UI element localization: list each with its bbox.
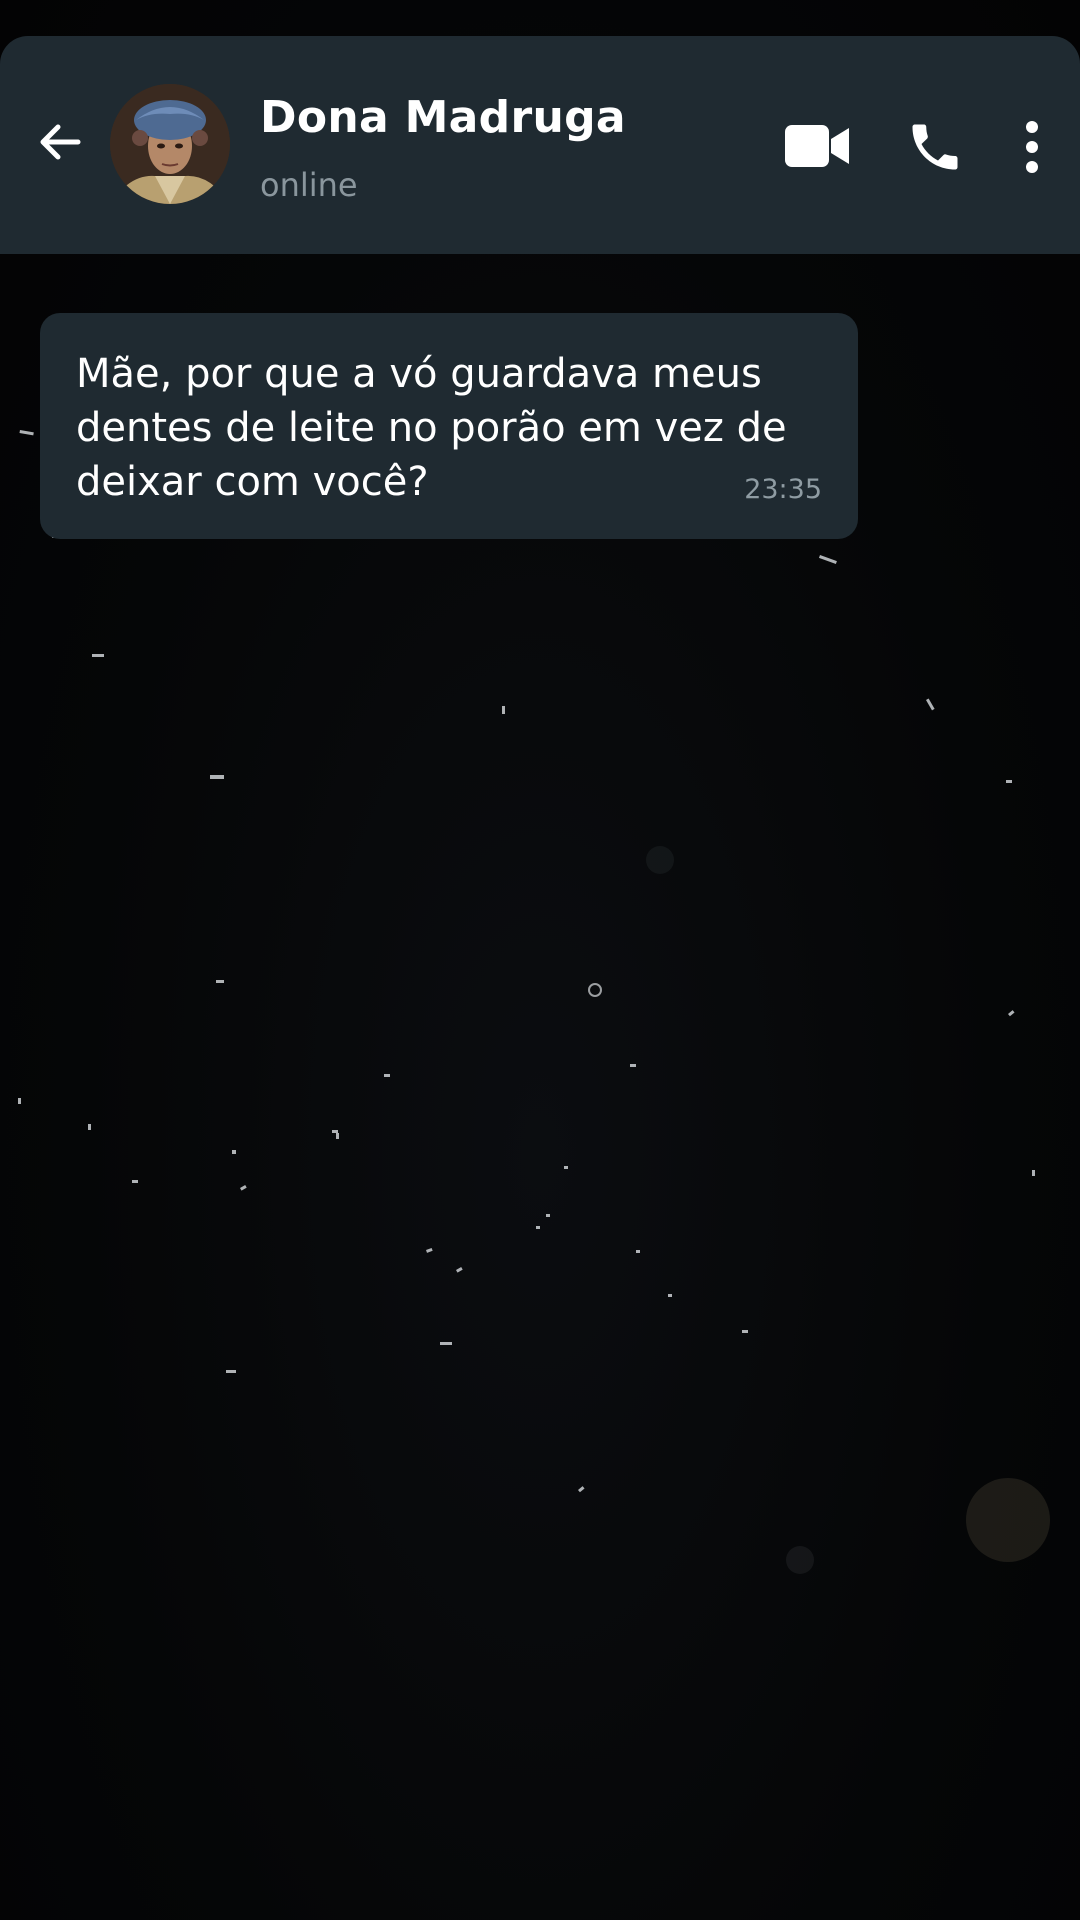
arrow-left-icon (40, 124, 81, 160)
incoming-message-bubble[interactable]: Mãe, por que a vó guardava meus dentes d… (40, 313, 858, 539)
message-text: Mãe, por que a vó guardava meus dentes d… (76, 351, 787, 505)
avatar[interactable] (110, 84, 230, 204)
back-button[interactable] (30, 112, 90, 172)
more-options-button[interactable] (1010, 112, 1054, 182)
chat-screen: Dona Madruga online Mãe, por que a vó gu… (0, 0, 1080, 1920)
contact-photo (110, 84, 230, 204)
video-call-button[interactable] (780, 116, 856, 176)
video-camera-icon (785, 125, 849, 167)
contact-name[interactable]: Dona Madruga (260, 92, 626, 143)
chat-header: Dona Madruga online (0, 36, 1080, 254)
dust-particles-background (18, 430, 1050, 1574)
voice-call-button[interactable] (900, 112, 970, 182)
contact-status: online (260, 166, 358, 204)
more-vertical-icon (1026, 121, 1038, 173)
message-timestamp: 23:35 (744, 474, 822, 505)
phone-icon (912, 124, 958, 170)
